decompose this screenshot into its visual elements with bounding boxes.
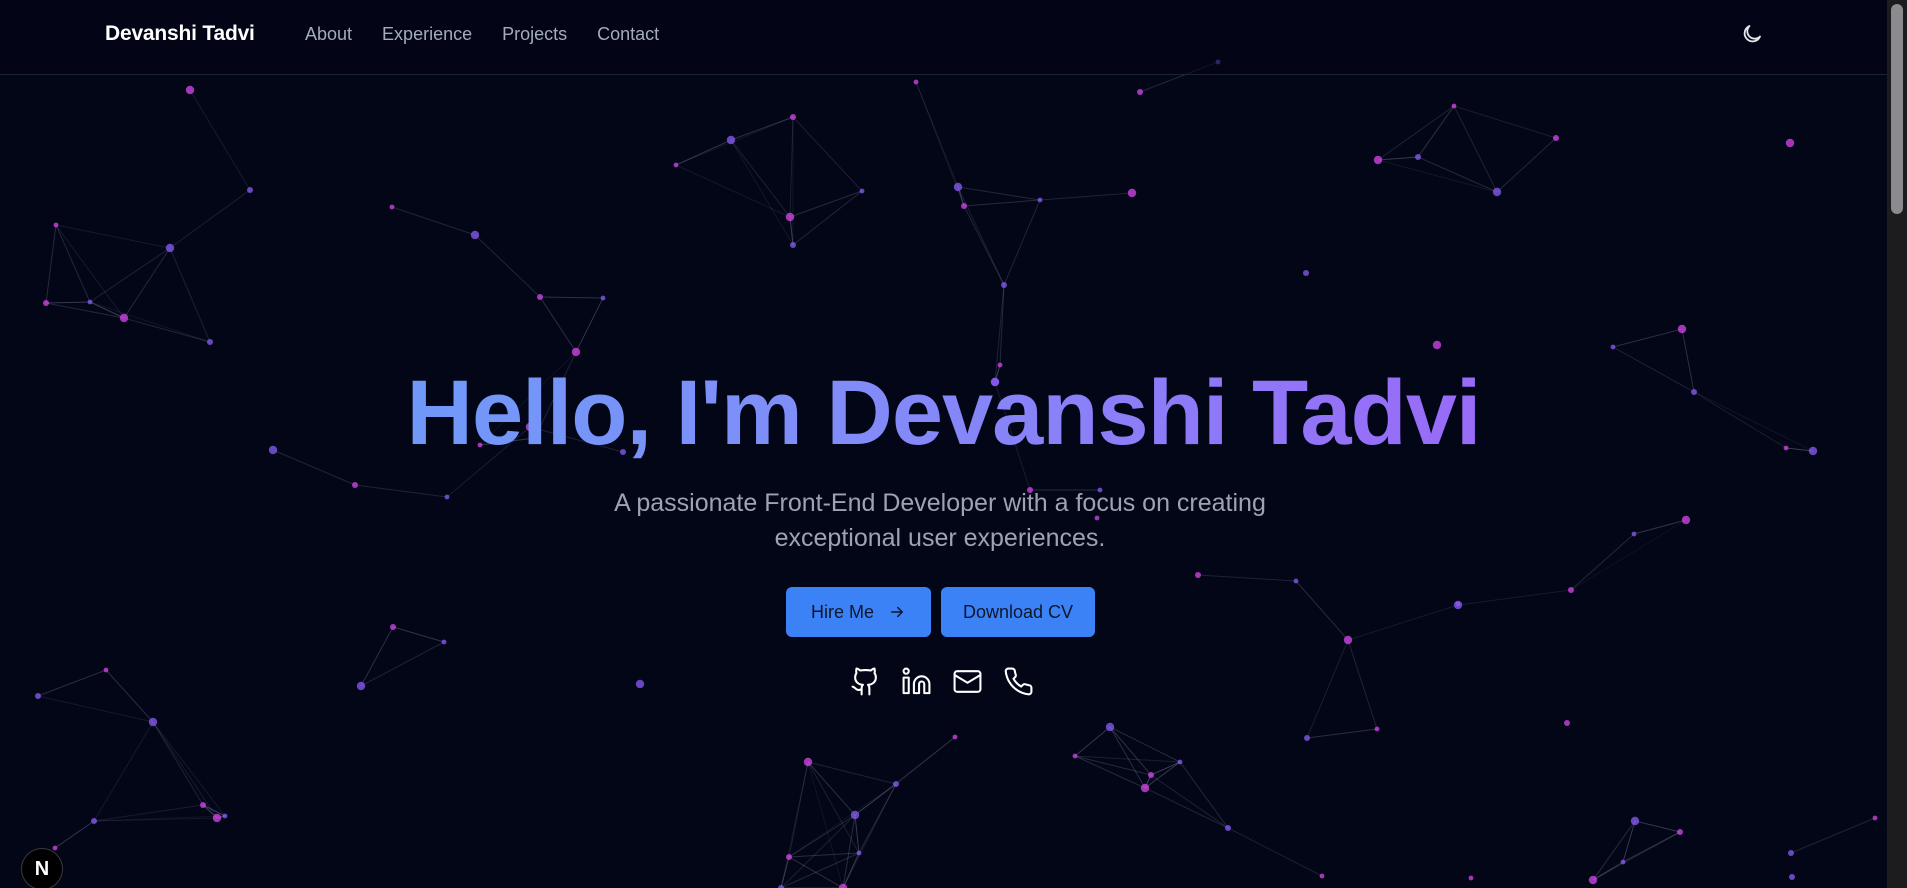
scrollbar-thumb[interactable] [1891, 4, 1903, 214]
phone-icon[interactable] [1003, 666, 1034, 697]
navbar: Devanshi Tadvi About Experience Projects… [0, 0, 1887, 75]
linkedin-icon[interactable] [901, 666, 932, 697]
page-scrollbar[interactable] [1887, 0, 1907, 888]
hero-title: Hello, I'm Devanshi Tadvi [0, 365, 1887, 462]
nextjs-dev-badge[interactable]: N [21, 848, 63, 888]
hire-me-button[interactable]: Hire Me [786, 587, 931, 637]
nav-link-projects[interactable]: Projects [502, 24, 567, 45]
download-cv-label: Download CV [962, 601, 1074, 622]
hero-subtitle: A passionate Front-End Developer with a … [614, 489, 1266, 552]
nav-link-experience[interactable]: Experience [382, 24, 472, 45]
arrow-right-icon [891, 606, 903, 618]
nav-link-about[interactable]: About [305, 24, 352, 45]
cta-buttons: Hire Me Download CV [786, 587, 1095, 637]
nav-links: About Experience Projects Contact [305, 24, 659, 45]
social-links [850, 666, 1034, 697]
site-brand[interactable]: Devanshi Tadvi [105, 22, 255, 46]
download-cv-button[interactable]: Download CV [941, 587, 1095, 637]
github-icon[interactable] [850, 666, 881, 697]
nav-link-contact[interactable]: Contact [597, 24, 659, 45]
hire-me-label: Hire Me [810, 601, 874, 622]
moon-icon[interactable] [1740, 22, 1764, 46]
mail-icon[interactable] [952, 666, 983, 697]
